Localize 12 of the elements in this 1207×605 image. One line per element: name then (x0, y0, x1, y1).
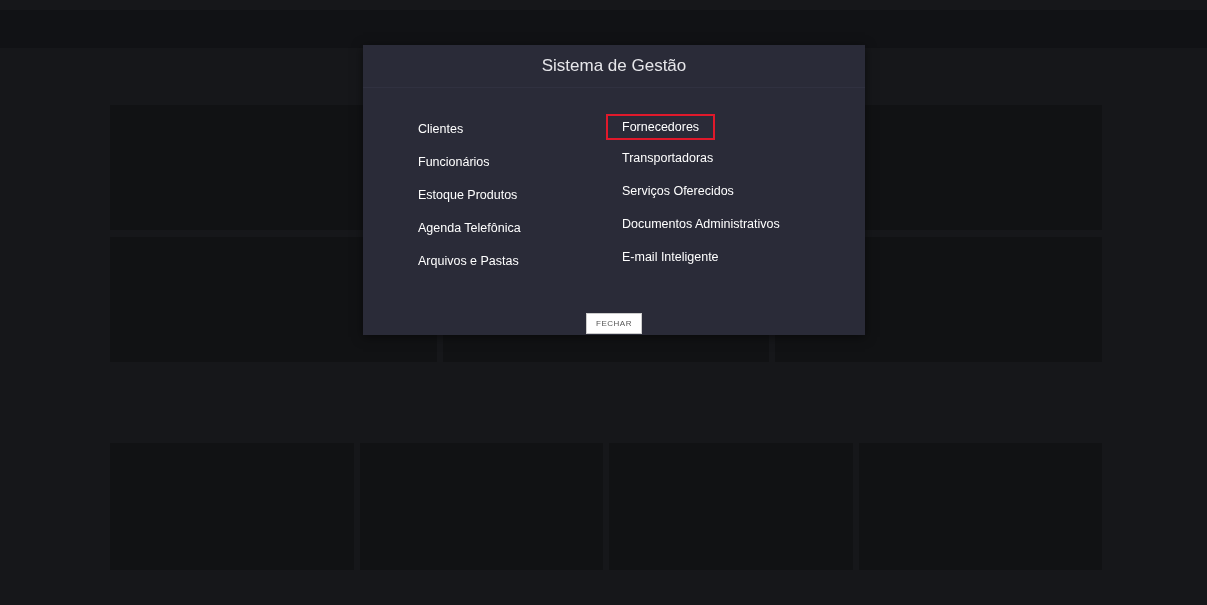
menu-item[interactable]: Serviços Oferecidos (620, 180, 736, 202)
menu-item[interactable]: Transportadoras (620, 147, 716, 169)
menu-item[interactable]: Agenda Telefônica (416, 217, 523, 239)
menu-item[interactable]: Fornecedores (606, 114, 716, 140)
menu-item[interactable]: Funcionários (416, 151, 492, 173)
menu-item[interactable]: Clientes (416, 118, 466, 140)
menu-item[interactable]: E-mail Inteligente (620, 246, 721, 268)
modal-title: Sistema de Gestão (541, 56, 687, 76)
menu-item[interactable]: Documentos Administrativos (620, 213, 782, 235)
menu-item[interactable]: Estoque Produtos (416, 184, 520, 206)
menu-item[interactable]: Arquivos e Pastas (416, 250, 521, 272)
close-button[interactable]: FECHAR (586, 313, 642, 334)
